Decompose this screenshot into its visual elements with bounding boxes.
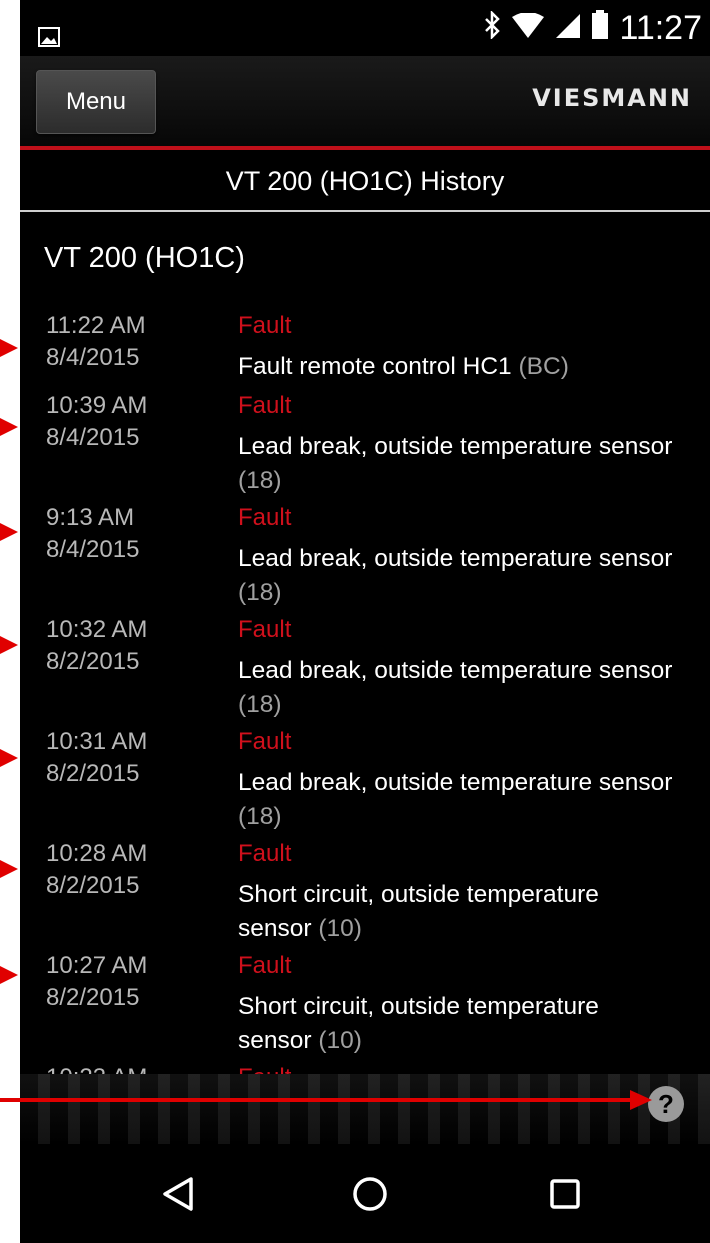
back-icon[interactable] bbox=[158, 1174, 198, 1214]
status-time: 11:27 bbox=[619, 9, 702, 47]
entry-code: (18) bbox=[238, 803, 282, 830]
wifi-icon bbox=[511, 10, 545, 47]
annotation-arrow bbox=[0, 860, 18, 878]
entry-code: (18) bbox=[238, 579, 282, 606]
entry-time: 10:32 AM bbox=[46, 616, 148, 643]
entry-time: 9:13 AM bbox=[46, 504, 135, 531]
entry-description: Lead break, outside temperature sensor (… bbox=[238, 654, 678, 722]
header-accent-line bbox=[20, 146, 710, 150]
entry-status: Fault bbox=[238, 312, 292, 339]
entry-code: (18) bbox=[238, 467, 282, 494]
entry-description: Short circuit, outside temperature senso… bbox=[238, 990, 678, 1058]
entry-description-text: Short circuit, outside temperature senso… bbox=[238, 881, 599, 942]
entry-code: (10) bbox=[318, 915, 362, 942]
entry-date: 8/2/2015 bbox=[46, 984, 140, 1011]
annotation-arrow-help-line bbox=[0, 1098, 630, 1102]
annotation-arrow bbox=[0, 749, 18, 767]
entry-description: Lead break, outside temperature sensor (… bbox=[238, 766, 678, 834]
entry-description-text: Lead break, outside temperature sensor bbox=[238, 545, 673, 572]
entry-status: Fault bbox=[238, 1064, 291, 1074]
image-icon bbox=[38, 18, 60, 55]
signal-icon bbox=[555, 10, 581, 47]
entry-code: (18) bbox=[238, 691, 282, 718]
home-icon[interactable] bbox=[350, 1174, 390, 1214]
annotation-arrow bbox=[0, 966, 18, 984]
entry-status: Fault bbox=[238, 504, 292, 531]
entry-description-text: Lead break, outside temperature sensor bbox=[238, 433, 673, 460]
entry-date: 8/2/2015 bbox=[46, 872, 140, 899]
app-header: Menu VIESMANN bbox=[20, 56, 710, 146]
entry-status: Fault bbox=[238, 952, 292, 979]
footer-bar bbox=[20, 1074, 710, 1144]
entry-date: 8/2/2015 bbox=[46, 648, 140, 675]
page-title: VT 200 (HO1C) History bbox=[20, 152, 710, 210]
bluetooth-icon bbox=[483, 9, 501, 47]
help-icon[interactable]: ? bbox=[648, 1086, 684, 1122]
history-list[interactable]: VT 200 (HO1C) 11:22 AM 8/4/2015 Fault Fa… bbox=[20, 212, 710, 1074]
entry-description-text: Lead break, outside temperature sensor bbox=[238, 657, 673, 684]
entry-description: Fault remote control HC1 (BC) bbox=[238, 350, 678, 384]
entry-code: (BC) bbox=[518, 353, 569, 380]
annotation-arrow bbox=[0, 339, 18, 357]
entry-description-text: Fault remote control HC1 bbox=[238, 353, 512, 380]
device-title: VT 200 (HO1C) bbox=[44, 242, 245, 274]
entry-time: 11:22 AM bbox=[46, 312, 146, 339]
phone-screen: 11:27 Menu VIESMANN VT 200 (HO1C) Histor… bbox=[20, 0, 710, 1243]
entry-description: Lead break, outside temperature sensor (… bbox=[238, 542, 678, 610]
entry-date: 8/4/2015 bbox=[46, 344, 140, 371]
entry-status: Fault bbox=[238, 616, 292, 643]
status-bar: 11:27 bbox=[20, 0, 710, 56]
entry-description-text: Lead break, outside temperature sensor bbox=[238, 769, 673, 796]
entry-status: Fault bbox=[238, 728, 292, 755]
viessmann-logo: VIESMANN bbox=[532, 84, 692, 112]
entry-time: 10:27 AM bbox=[46, 952, 148, 979]
entry-description-text: Short circuit, outside temperature senso… bbox=[238, 993, 599, 1054]
battery-icon bbox=[591, 9, 609, 48]
entry-description: Lead break, outside temperature sensor (… bbox=[238, 430, 678, 498]
entry-status: Fault bbox=[238, 392, 292, 419]
entry-date: 8/4/2015 bbox=[46, 424, 140, 451]
entry-time: 10:39 AM bbox=[46, 392, 148, 419]
annotation-arrow-help-head bbox=[630, 1090, 652, 1110]
entry-date: 8/4/2015 bbox=[46, 536, 140, 563]
entry-code: (10) bbox=[318, 1027, 362, 1054]
entry-time: 10:28 AM bbox=[46, 840, 148, 867]
annotation-arrow bbox=[0, 636, 18, 654]
entry-status: Fault bbox=[238, 840, 292, 867]
annotation-arrow bbox=[0, 418, 18, 436]
entry-description: Short circuit, outside temperature senso… bbox=[238, 878, 678, 946]
entry-time: 10:23 AM bbox=[46, 1064, 147, 1074]
menu-button[interactable]: Menu bbox=[36, 70, 156, 134]
entry-date: 8/2/2015 bbox=[46, 760, 140, 787]
annotation-arrow bbox=[0, 523, 18, 541]
recents-icon[interactable] bbox=[545, 1174, 585, 1214]
entry-time: 10:31 AM bbox=[46, 728, 148, 755]
android-nav-bar bbox=[20, 1144, 710, 1243]
